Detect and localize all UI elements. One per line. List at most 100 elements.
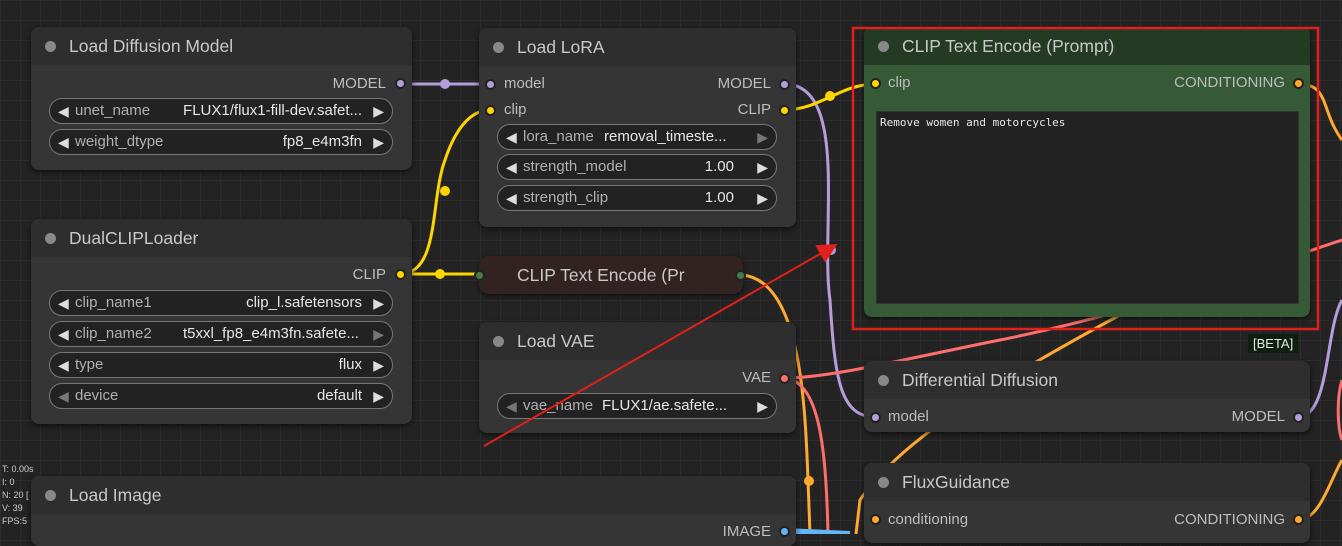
vae-name-combo[interactable]: ◀ vae_name FLUX1/ae.safete... ▶ xyxy=(497,393,777,419)
node-load-vae[interactable]: Load VAE VAE ◀ vae_name FLUX1/ae.safete.… xyxy=(479,322,796,433)
output-model-slot[interactable] xyxy=(395,78,406,89)
widget-value: default xyxy=(316,387,362,404)
node-title[interactable]: Load Image xyxy=(31,476,796,514)
lora-name-combo[interactable]: ◀ lora_name removal_timeste... ▶ xyxy=(497,124,777,150)
wire-clip-lora xyxy=(399,108,491,276)
node-clip-text-encode-collapsed[interactable]: CLIP Text Encode (Pr xyxy=(474,256,746,294)
arrow-left-icon[interactable]: ◀ xyxy=(506,186,517,210)
device-combo[interactable]: ◀ device default ▶ xyxy=(49,383,393,409)
arrow-right-icon[interactable]: ▶ xyxy=(373,99,384,123)
output-model-slot[interactable] xyxy=(779,79,790,90)
node-load-diffusion-model[interactable]: Load Diffusion Model MODEL ◀ unet_name F… xyxy=(31,27,412,170)
arrow-left-icon[interactable]: ◀ xyxy=(58,99,69,123)
widget-value: clip_l.safetensors xyxy=(246,294,362,311)
arrow-right-icon[interactable]: ▶ xyxy=(757,125,768,149)
output-image-slot[interactable] xyxy=(779,526,790,537)
strength-model-number[interactable]: ◀ strength_model 1.00 ▶ xyxy=(497,154,777,180)
output-vae-slot[interactable] xyxy=(779,373,790,384)
output-clip-label: CLIP xyxy=(737,101,771,118)
stat-vertices: V: 39 xyxy=(2,503,23,513)
input-clip-slot[interactable] xyxy=(485,105,496,116)
node-title[interactable]: FluxGuidance xyxy=(864,463,1310,501)
output-conditioning-slot[interactable] xyxy=(1293,514,1304,525)
node-title[interactable]: DualCLIPLoader xyxy=(31,219,412,257)
input-conditioning-slot[interactable] xyxy=(870,514,881,525)
weight-dtype-combo[interactable]: ◀ weight_dtype fp8_e4m3fn ▶ xyxy=(49,129,393,155)
arrow-left-icon[interactable]: ◀ xyxy=(506,155,517,179)
collapse-dot-icon[interactable] xyxy=(493,336,504,347)
arrow-right-icon[interactable]: ▶ xyxy=(373,353,384,377)
arrow-right-icon[interactable]: ▶ xyxy=(757,394,768,418)
wire-reroute-dot xyxy=(825,91,835,101)
collapse-dot-icon[interactable] xyxy=(878,477,889,488)
arrow-right-icon[interactable]: ▶ xyxy=(373,322,384,346)
widget-label: strength_model xyxy=(523,158,627,175)
arrow-left-icon[interactable]: ◀ xyxy=(506,125,517,149)
input-model-slot[interactable] xyxy=(870,412,881,423)
node-flux-guidance[interactable]: FluxGuidance conditioning CONDITIONING xyxy=(864,463,1310,543)
arrow-left-icon[interactable]: ◀ xyxy=(58,322,69,346)
collapse-dot-icon[interactable] xyxy=(45,233,56,244)
arrow-right-icon[interactable]: ▶ xyxy=(757,186,768,210)
widget-value: FLUX1/flux1-fill-dev.safet... xyxy=(183,102,362,119)
node-title[interactable]: Differential Diffusion xyxy=(864,361,1310,399)
wire-reroute-dot xyxy=(440,79,450,89)
arrow-right-icon[interactable]: ▶ xyxy=(757,155,768,179)
input-model-slot[interactable] xyxy=(485,79,496,90)
output-slot[interactable] xyxy=(735,270,746,281)
arrow-right-icon[interactable]: ▶ xyxy=(373,384,384,408)
collapse-dot-icon[interactable] xyxy=(493,42,504,53)
node-differential-diffusion[interactable]: Differential Diffusion model MODEL xyxy=(864,361,1310,432)
output-clip-slot[interactable] xyxy=(779,105,790,116)
clip-name1-combo[interactable]: ◀ clip_name1 clip_l.safetensors ▶ xyxy=(49,290,393,316)
output-vae-label: VAE xyxy=(742,369,771,386)
type-combo[interactable]: ◀ type flux ▶ xyxy=(49,352,393,378)
collapse-dot-icon[interactable] xyxy=(45,490,56,501)
stat-fps: FPS:5 xyxy=(2,516,28,526)
input-clip-label: clip xyxy=(888,74,911,91)
node-load-image[interactable]: Load Image IMAGE xyxy=(31,476,796,546)
node-title-text: CLIP Text Encode (Prompt) xyxy=(902,36,1115,56)
prompt-textarea[interactable]: Remove women and motorcycles xyxy=(876,111,1299,304)
collapse-dot-icon[interactable] xyxy=(878,41,889,52)
unet-name-combo[interactable]: ◀ unet_name FLUX1/flux1-fill-dev.safet..… xyxy=(49,98,393,124)
stat-iterations: I: 0 xyxy=(2,477,15,487)
strength-clip-number[interactable]: ◀ strength_clip 1.00 ▶ xyxy=(497,185,777,211)
widget-label: clip_name1 xyxy=(75,294,152,311)
node-clip-text-encode-prompt[interactable]: CLIP Text Encode (Prompt) clip CONDITION… xyxy=(864,27,1310,317)
arrow-left-icon[interactable]: ◀ xyxy=(58,130,69,154)
arrow-right-icon[interactable]: ▶ xyxy=(373,291,384,315)
node-title[interactable]: CLIP Text Encode (Prompt) xyxy=(864,27,1310,65)
input-conditioning-label: conditioning xyxy=(888,511,969,528)
arrow-left-icon[interactable]: ◀ xyxy=(58,353,69,377)
widget-value: t5xxl_fp8_e4m3fn.safete... xyxy=(183,325,359,342)
widget-label: lora_name xyxy=(523,128,594,145)
arrow-left-icon[interactable]: ◀ xyxy=(506,394,517,418)
input-clip-slot[interactable] xyxy=(870,78,881,89)
output-conditioning-label: CONDITIONING xyxy=(1174,511,1285,528)
arrow-right-icon[interactable]: ▶ xyxy=(373,130,384,154)
arrow-left-icon[interactable]: ◀ xyxy=(58,291,69,315)
render-stats: T: 0.00s I: 0 N: 20 [ V: 39 FPS:5 xyxy=(2,463,34,528)
output-model-slot[interactable] xyxy=(1293,412,1304,423)
node-title-text: Differential Diffusion xyxy=(902,370,1058,390)
node-load-lora[interactable]: Load LoRA model MODEL clip CLIP ◀ lora_n… xyxy=(479,28,796,227)
node-dual-clip-loader[interactable]: DualCLIPLoader CLIP ◀ clip_name1 clip_l.… xyxy=(31,219,412,424)
wire-vae-side xyxy=(1336,379,1342,441)
node-title-text: CLIP Text Encode (Pr xyxy=(517,265,685,285)
arrow-left-icon[interactable]: ◀ xyxy=(58,384,69,408)
wire-reroute-dot xyxy=(440,186,450,196)
output-conditioning-slot[interactable] xyxy=(1293,78,1304,89)
output-clip-slot[interactable] xyxy=(395,269,406,280)
node-title[interactable]: Load LoRA xyxy=(479,28,796,66)
input-model-label: model xyxy=(888,408,929,425)
node-title[interactable]: Load VAE xyxy=(479,322,796,360)
collapse-dot-icon[interactable] xyxy=(878,375,889,386)
input-slot[interactable] xyxy=(474,270,485,281)
node-title[interactable]: Load Diffusion Model xyxy=(31,27,412,65)
widget-value: fp8_e4m3fn xyxy=(282,133,362,150)
node-title-text: Load Image xyxy=(69,485,162,505)
collapse-dot-icon[interactable] xyxy=(45,41,56,52)
wire-model-diffdiff xyxy=(783,82,877,419)
clip-name2-combo[interactable]: ◀ clip_name2 t5xxl_fp8_e4m3fn.safete... … xyxy=(49,321,393,347)
